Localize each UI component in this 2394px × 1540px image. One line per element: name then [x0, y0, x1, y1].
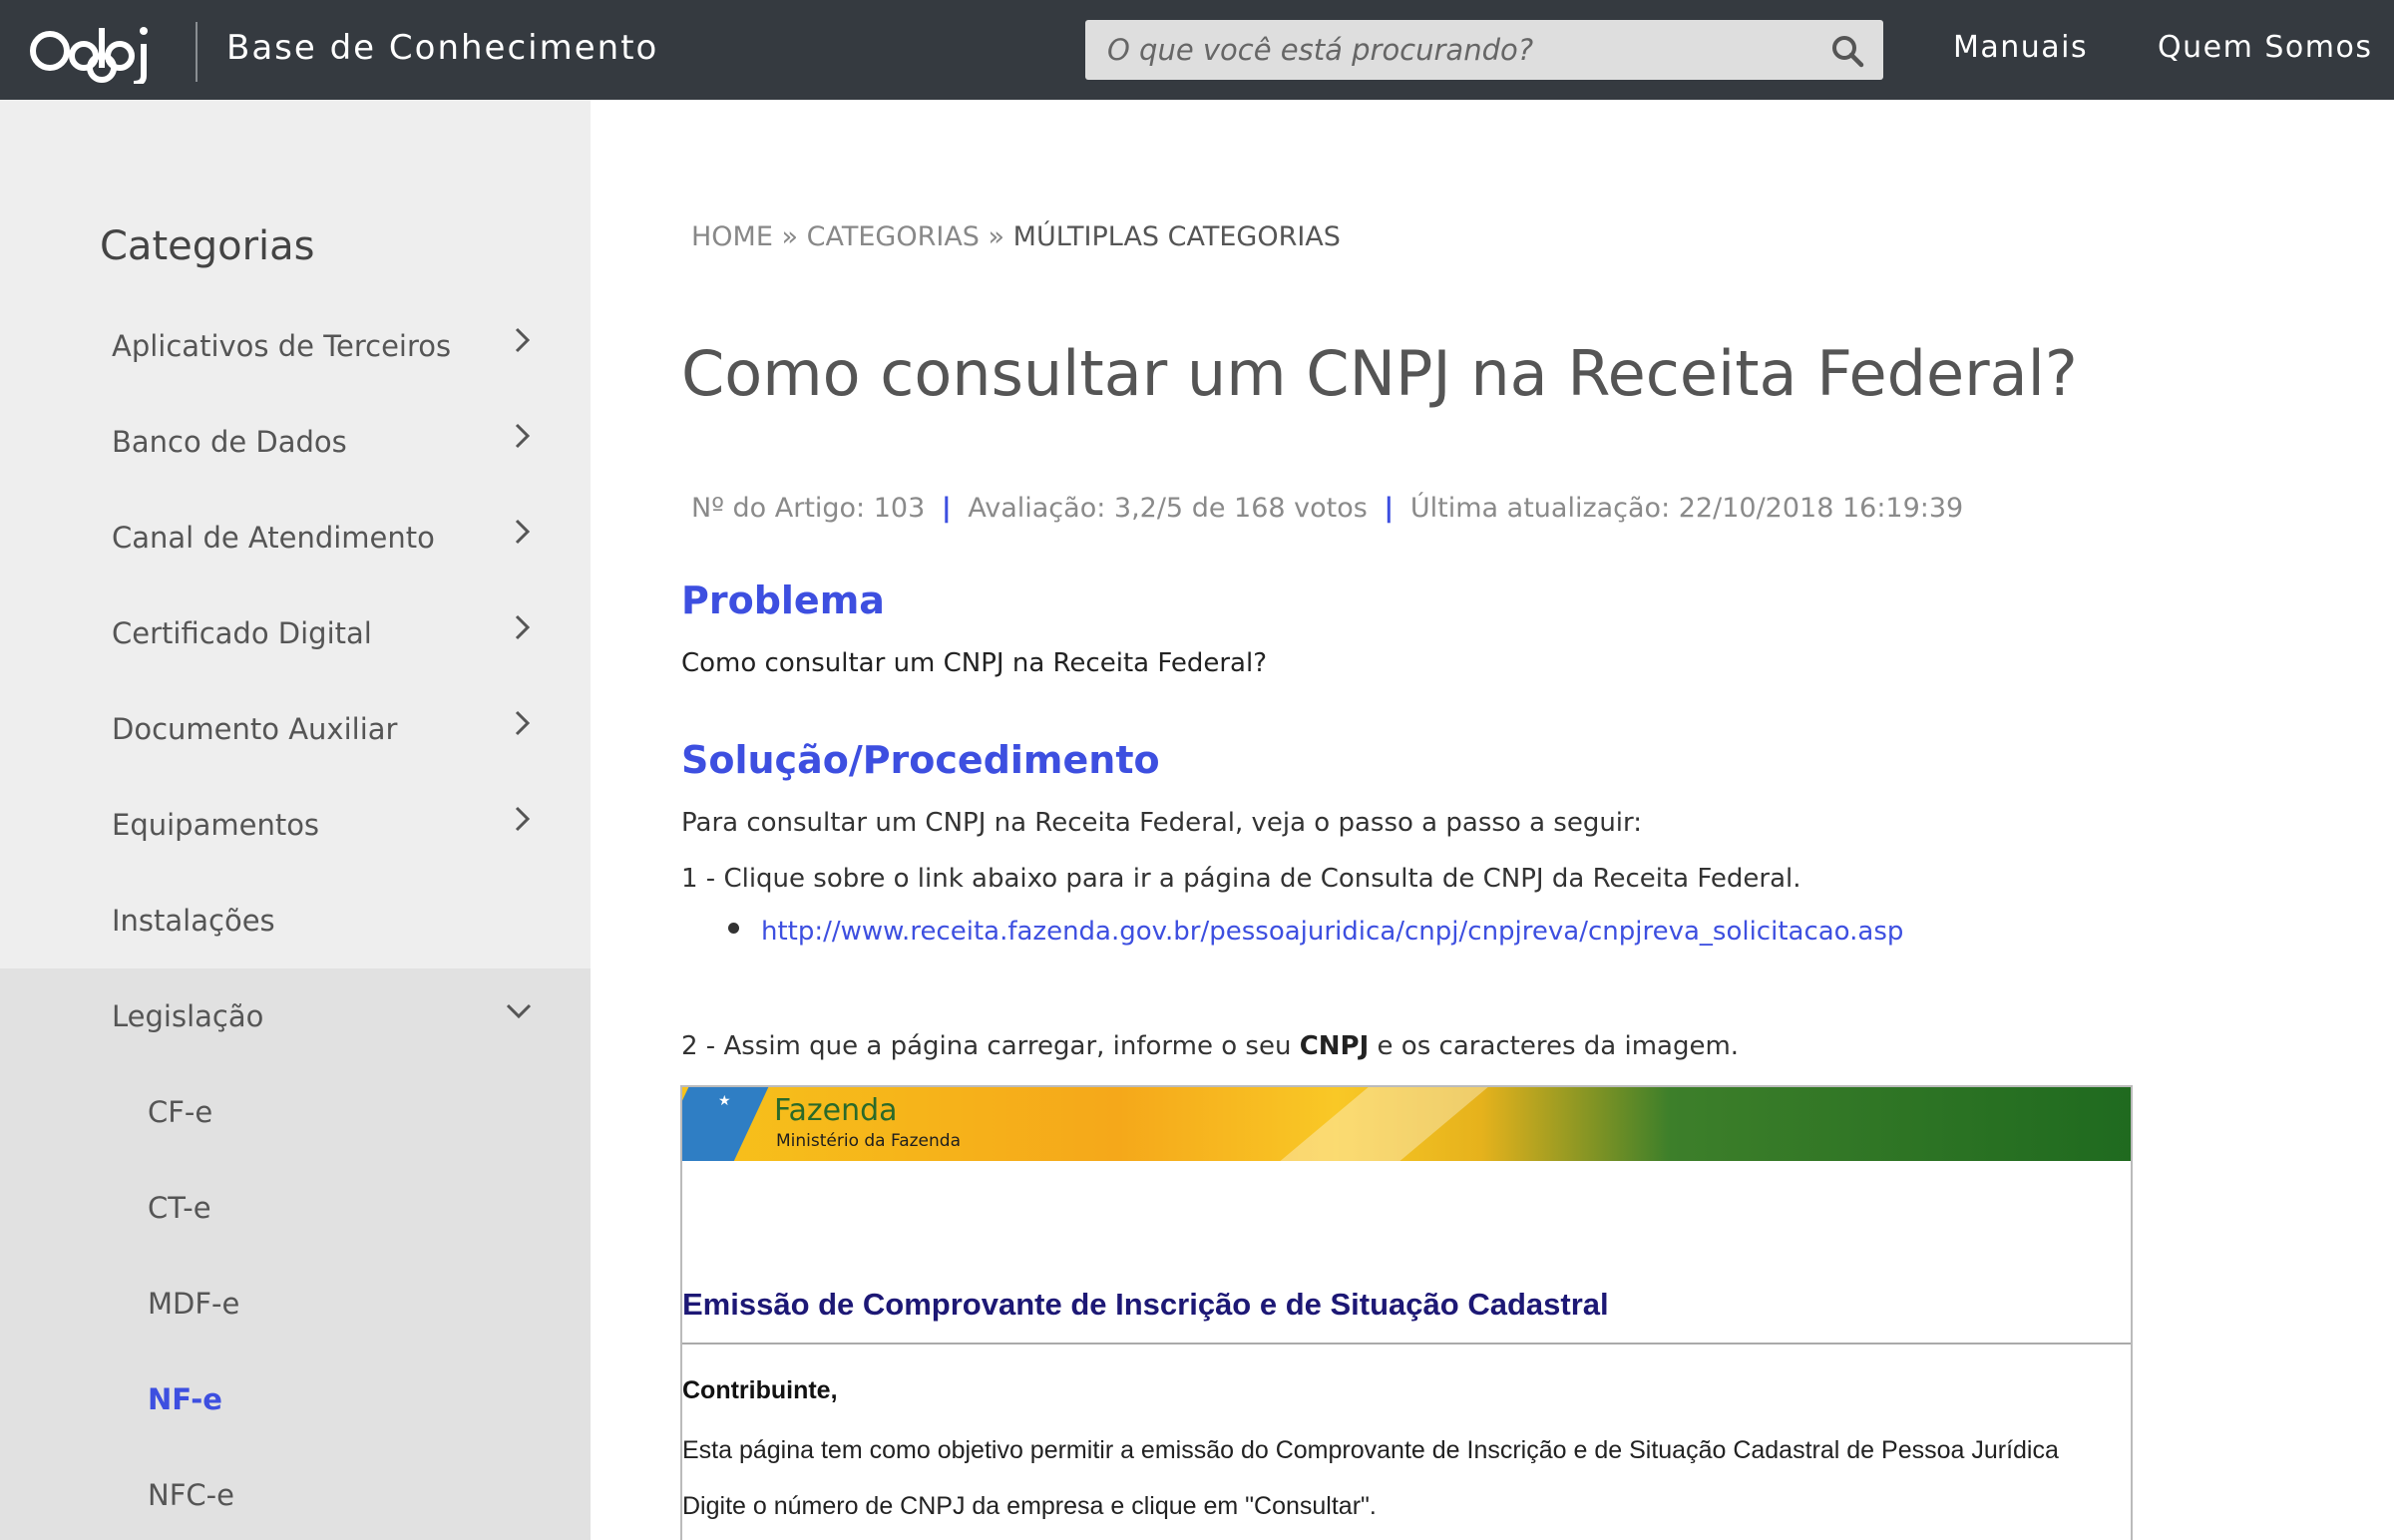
problem-heading: Problema: [681, 578, 885, 622]
sidebar-subitem-mdf-e[interactable]: MDF-e: [148, 1287, 239, 1321]
search-input[interactable]: [1085, 20, 1813, 80]
sidebar-item-documento-auxiliar[interactable]: Documento Auxiliar: [112, 712, 397, 746]
receita-cnpj-link[interactable]: http://www.receita.fazenda.gov.br/pessoa…: [761, 917, 1903, 947]
sidebar-item-canal-de-atendimento[interactable]: Canal de Atendimento: [112, 521, 435, 555]
chevron-right-icon[interactable]: [513, 325, 533, 355]
oobj-logo[interactable]: [28, 18, 158, 84]
meta-separator: |: [1384, 493, 1395, 524]
site-title[interactable]: Base de Conhecimento: [226, 28, 658, 68]
oobj-logo-mark: [30, 27, 148, 84]
banner-stripe: [1261, 1087, 1500, 1161]
star-icon: ★: [718, 1093, 731, 1109]
sidebar-item-equipamentos[interactable]: Equipamentos: [112, 808, 319, 842]
chevron-right-icon[interactable]: [513, 708, 533, 738]
embedded-greeting: Contribuinte,: [682, 1376, 838, 1404]
problem-text: Como consultar um CNPJ na Receita Federa…: [681, 648, 1268, 678]
breadcrumb-home[interactable]: HOME: [691, 221, 773, 252]
breadcrumb-current: MÚLTIPLAS CATEGORIAS: [1012, 221, 1341, 252]
step-2-suffix: e os caracteres da imagem.: [1369, 1031, 1740, 1061]
list-bullet: [728, 923, 739, 934]
article-meta: Nº do Artigo: 103 | Avaliação: 3,2/5 de …: [691, 493, 1963, 524]
article-rating: Avaliação: 3,2/5 de 168 votos: [968, 493, 1368, 524]
article-title: Como consultar um CNPJ na Receita Federa…: [681, 337, 2078, 410]
embedded-line-1: Esta página tem como objetivo permitir a…: [682, 1436, 2059, 1464]
solution-heading: Solução/Procedimento: [681, 738, 1160, 782]
solution-intro: Para consultar um CNPJ na Receita Federa…: [681, 808, 1643, 838]
embedded-heading: Emissão de Comprovante de Inscrição e de…: [682, 1287, 1609, 1322]
sidebar-subitem-cf-e[interactable]: CF-e: [148, 1095, 212, 1129]
step-2-prefix: 2 - Assim que a página carregar, informe…: [681, 1031, 1300, 1061]
sidebar-item-certificado-digital[interactable]: Certificado Digital: [112, 616, 372, 650]
sidebar-subitem-ct-e[interactable]: CT-e: [148, 1191, 211, 1225]
breadcrumb-separator: »: [988, 221, 1005, 252]
search-box: [1085, 20, 1883, 80]
nav-quem-somos[interactable]: Quem Somos: [2158, 30, 2372, 65]
article-number: Nº do Artigo: 103: [691, 493, 926, 524]
chevron-right-icon[interactable]: [513, 517, 533, 547]
sidebar-subitem-nfc-e[interactable]: NFC-e: [148, 1478, 234, 1512]
sidebar-heading: Categorias: [100, 223, 315, 269]
step-2-cnpj: CNPJ: [1299, 1031, 1370, 1061]
chevron-right-icon[interactable]: [513, 421, 533, 451]
search-icon[interactable]: [1830, 34, 1864, 68]
sidebar-item-legislacao[interactable]: Legislação: [112, 999, 263, 1033]
breadcrumb-separator: »: [781, 221, 799, 252]
chevron-right-icon[interactable]: [513, 612, 533, 642]
chevron-down-icon[interactable]: [504, 1001, 534, 1021]
sidebar-item-instalacoes[interactable]: Instalações: [112, 904, 275, 938]
logo-divider: [196, 22, 198, 82]
sidebar-submenu-background: [0, 968, 591, 1540]
sidebar-item-aplicativos-de-terceiros[interactable]: Aplicativos de Terceiros: [112, 329, 451, 363]
step-1-text: 1 - Clique sobre o link abaixo para ir a…: [681, 864, 1801, 894]
fazenda-banner: ★ Fazenda Ministério da Fazenda: [682, 1087, 2131, 1161]
meta-separator: |: [941, 493, 952, 524]
step-2-text: 2 - Assim que a página carregar, informe…: [681, 1031, 1739, 1061]
sidebar-item-banco-de-dados[interactable]: Banco de Dados: [112, 425, 347, 459]
chevron-right-icon[interactable]: [513, 804, 533, 834]
top-bar: Base de Conhecimento Manuais Quem Somos: [0, 0, 2394, 100]
breadcrumb: HOME » CATEGORIAS » MÚLTIPLAS CATEGORIAS: [691, 221, 1341, 252]
embedded-line-2: Digite o número de CNPJ da empresa e cli…: [682, 1492, 1377, 1520]
article-updated: Última atualização: 22/10/2018 16:19:39: [1409, 493, 1964, 524]
embedded-divider: [682, 1343, 2131, 1345]
breadcrumb-categorias[interactable]: CATEGORIAS: [807, 221, 980, 252]
banner-subtitle: Ministério da Fazenda: [776, 1131, 961, 1151]
nav-manuais[interactable]: Manuais: [1953, 30, 2088, 65]
banner-title: Fazenda: [774, 1093, 898, 1128]
embedded-screenshot: ★ Fazenda Ministério da Fazenda Emissão …: [680, 1085, 2133, 1540]
sidebar-subitem-nf-e[interactable]: NF-e: [148, 1382, 222, 1416]
